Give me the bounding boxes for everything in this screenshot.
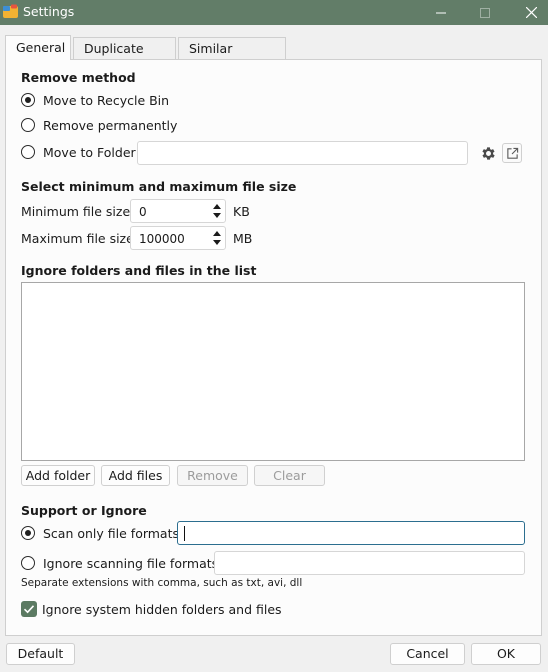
radio-ignore-scanning-label[interactable]: Ignore scanning file formats: bbox=[43, 556, 222, 571]
checkmark-icon bbox=[23, 605, 35, 614]
min-size-value: 0 bbox=[139, 205, 147, 219]
radio-remove-permanently[interactable] bbox=[21, 118, 35, 132]
extensions-hint: Separate extensions with comma, such as … bbox=[21, 577, 303, 589]
maximize-icon bbox=[480, 7, 490, 18]
title-bar: Settings bbox=[0, 0, 548, 25]
minimize-button[interactable] bbox=[418, 0, 464, 25]
maximize-button[interactable] bbox=[462, 0, 508, 25]
radio-ignore-scanning[interactable] bbox=[21, 556, 35, 570]
radio-move-to-folder[interactable] bbox=[21, 145, 35, 159]
open-folder-button[interactable] bbox=[502, 143, 522, 163]
hidden-files-label[interactable]: Ignore system hidden folders and files bbox=[42, 602, 282, 617]
remove-method-heading: Remove method bbox=[21, 70, 136, 85]
spin-down-arrow-icon[interactable] bbox=[213, 213, 221, 218]
support-ignore-heading: Support or Ignore bbox=[21, 503, 147, 518]
close-icon bbox=[525, 7, 537, 18]
gear-icon bbox=[481, 146, 495, 160]
clear-button[interactable]: Clear bbox=[254, 465, 325, 486]
scan-formats-input[interactable] bbox=[177, 521, 525, 545]
tab-similar-images[interactable]: Similar images bbox=[178, 37, 286, 77]
radio-remove-permanently-label[interactable]: Remove permanently bbox=[43, 118, 177, 133]
min-size-label: Minimum file size bbox=[21, 204, 131, 219]
min-size-unit: KB bbox=[233, 204, 250, 219]
folder-settings-button[interactable] bbox=[478, 143, 498, 163]
hidden-files-checkbox[interactable] bbox=[21, 601, 37, 617]
app-icon bbox=[3, 4, 18, 18]
minimize-icon bbox=[436, 12, 446, 13]
min-size-spinbox[interactable]: 0 bbox=[130, 199, 226, 223]
tab-duplicate-files[interactable]: Duplicate files bbox=[73, 37, 176, 77]
max-size-unit: MB bbox=[233, 231, 253, 246]
max-size-spinbox[interactable]: 100000 bbox=[130, 226, 226, 250]
text-caret bbox=[184, 526, 185, 541]
window-title: Settings bbox=[23, 4, 75, 19]
max-size-value: 100000 bbox=[139, 232, 185, 246]
spin-down-arrow-icon[interactable] bbox=[213, 240, 221, 245]
cancel-button[interactable]: Cancel bbox=[390, 643, 465, 665]
add-folder-button[interactable]: Add folder bbox=[21, 465, 95, 486]
radio-recycle-bin[interactable] bbox=[21, 93, 35, 107]
radio-move-to-folder-label[interactable]: Move to Folder bbox=[43, 145, 136, 160]
remove-button[interactable]: Remove bbox=[177, 465, 248, 486]
add-files-button[interactable]: Add files bbox=[101, 465, 170, 486]
folder-path-input[interactable] bbox=[137, 141, 468, 165]
ignore-list[interactable] bbox=[21, 282, 525, 461]
ok-button[interactable]: OK bbox=[471, 643, 541, 665]
default-button[interactable]: Default bbox=[6, 643, 75, 665]
radio-scan-only-label[interactable]: Scan only file formats: bbox=[43, 526, 183, 541]
ignore-formats-input[interactable] bbox=[214, 551, 525, 575]
radio-scan-only[interactable] bbox=[21, 526, 35, 540]
max-size-label: Maximum file size bbox=[21, 231, 134, 246]
ignore-list-heading: Ignore folders and files in the list bbox=[21, 263, 257, 278]
file-size-heading: Select minimum and maximum file size bbox=[21, 179, 297, 194]
spin-up-arrow-icon[interactable] bbox=[213, 231, 221, 236]
radio-recycle-bin-label[interactable]: Move to Recycle Bin bbox=[43, 93, 169, 108]
spin-up-arrow-icon[interactable] bbox=[213, 204, 221, 209]
open-external-icon bbox=[506, 147, 518, 159]
tab-general[interactable]: General bbox=[5, 35, 71, 60]
close-button[interactable] bbox=[508, 0, 548, 25]
